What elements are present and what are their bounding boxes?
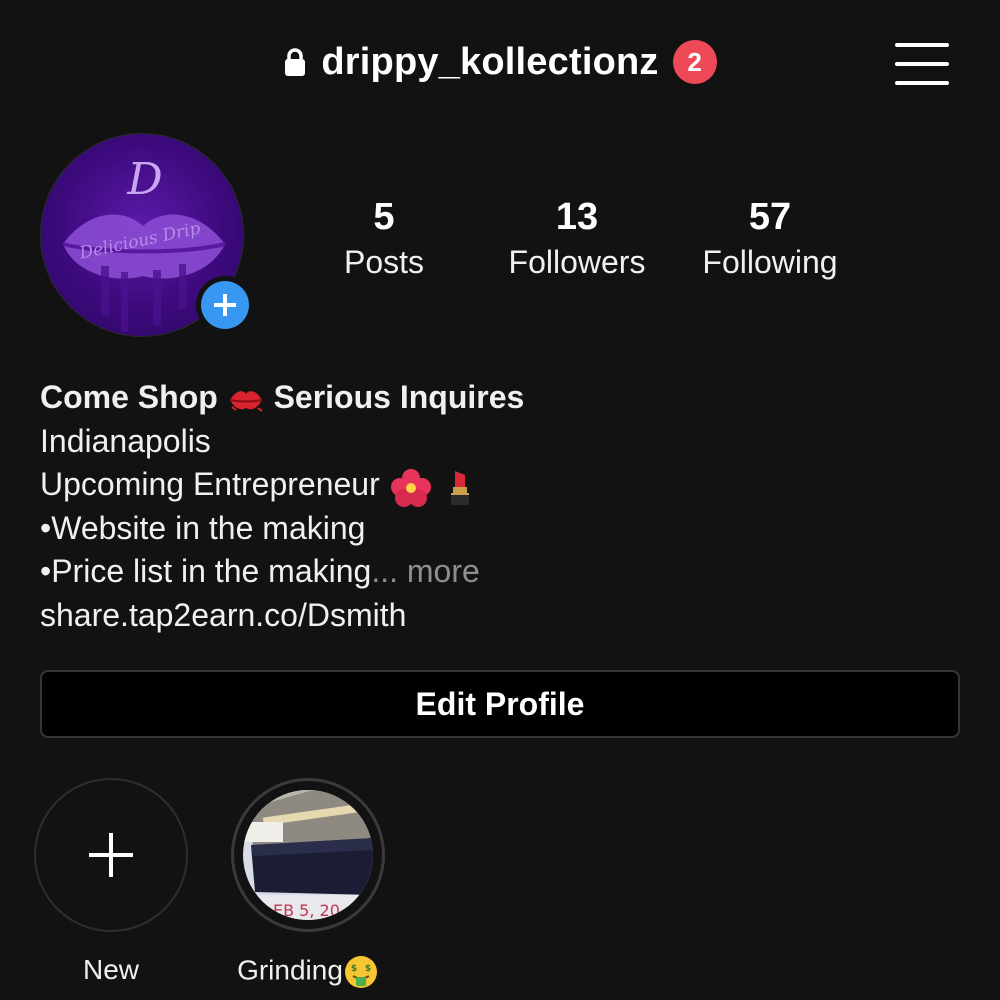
posts-stat[interactable]: 5 Posts	[284, 195, 484, 283]
bio-link[interactable]: share.tap2earn.co/Dsmith	[40, 594, 960, 638]
highlight-label: New	[82, 954, 139, 985]
highlight-new[interactable]: New	[33, 778, 189, 986]
lock-icon	[285, 48, 306, 76]
svg-text:$: $	[351, 964, 357, 974]
plus-icon	[214, 294, 236, 316]
bio-line-entrepreneur: Upcoming Entrepreneur	[40, 463, 960, 507]
hamburger-menu-icon[interactable]	[895, 40, 949, 88]
edit-profile-button[interactable]: Edit Profile	[40, 670, 960, 738]
money-mouth-face-icon: $ $	[344, 956, 377, 988]
bio-ellipsis: ...	[371, 553, 398, 590]
bio-line-website: •Website in the making	[40, 509, 366, 546]
bio-line-location: Indianapolis	[40, 422, 211, 459]
highlight-thumbnail: EB 5, 20	[243, 790, 373, 920]
lipstick-icon	[450, 470, 469, 505]
vinyl-cutter-photo: EB 5, 20	[243, 790, 373, 920]
add-story-button[interactable]	[196, 276, 254, 334]
hibiscus-icon	[390, 468, 431, 507]
following-stat[interactable]: 57 Following	[670, 195, 870, 283]
posts-count: 5	[373, 196, 395, 238]
following-count: 57	[748, 196, 792, 238]
account-switcher[interactable]: drippy_kollectionz 2	[0, 40, 1000, 84]
notification-badge: 2	[672, 40, 717, 84]
followers-count: 13	[555, 196, 599, 238]
highlight-grinding[interactable]: EB 5, 20 Grinding $ $	[230, 778, 386, 990]
profile-name: Come Shop Serious Inquires	[40, 379, 525, 415]
plus-icon	[89, 833, 133, 877]
profile-bio: Come Shop Serious Inquires Indianapolis …	[40, 376, 960, 637]
logo-letter: D	[126, 154, 162, 205]
username: drippy_kollectionz	[321, 40, 659, 83]
svg-text:$: $	[365, 964, 371, 974]
highlight-ring[interactable]: EB 5, 20	[231, 778, 385, 932]
bio-line-price-list: •Price list in the making... more	[40, 553, 480, 590]
followers-label: Followers	[508, 244, 646, 280]
followers-stat[interactable]: 13 Followers	[477, 195, 677, 283]
kiss-lips-icon	[229, 390, 263, 412]
profile-screen: drippy_kollectionz 2 D Delicious Drip 5 …	[0, 0, 1000, 1000]
profile-header: drippy_kollectionz 2	[0, 0, 1000, 130]
highlight-label: Grinding $ $	[230, 954, 386, 990]
following-label: Following	[702, 244, 838, 280]
posts-label: Posts	[343, 244, 425, 280]
more-link[interactable]: more	[407, 553, 480, 589]
thumbnail-date-text: EB 5, 20	[273, 901, 340, 920]
new-highlight-circle[interactable]	[34, 778, 188, 932]
